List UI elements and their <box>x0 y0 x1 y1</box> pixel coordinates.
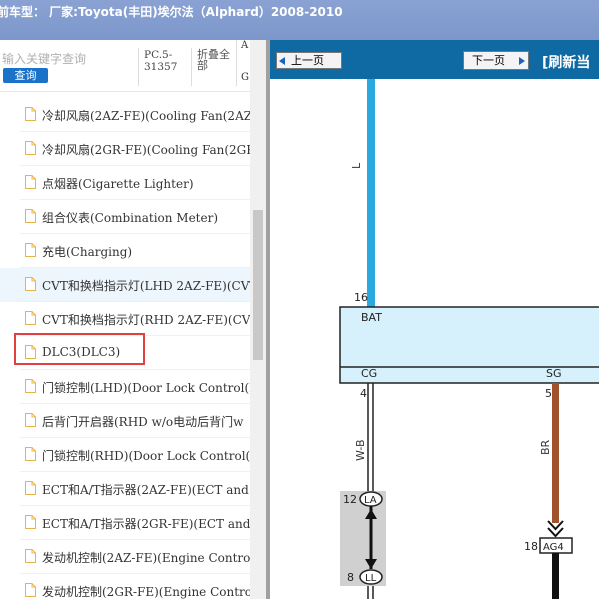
left-panel: 查询 PC.5-31357 折叠全部 A G 冷却风扇(2AZ-FE)(Cool… <box>0 40 266 599</box>
prev-page-button[interactable]: 上一页 <box>276 52 342 69</box>
collapse-all-link[interactable]: 折叠全部 <box>197 49 237 71</box>
connector-la-label: LA <box>364 495 377 506</box>
connector-ll-label: LL <box>365 573 377 584</box>
tree-list: 冷却风扇(2AZ-FE)(Cooling Fan(2AZ- 冷却风扇(2GR-F… <box>0 98 263 599</box>
search-button[interactable]: 查询 <box>3 68 48 83</box>
pin-18-label: 18 <box>524 540 538 553</box>
file-icon <box>25 481 36 495</box>
file-icon <box>25 515 36 529</box>
wire-l-label: L <box>350 162 363 169</box>
file-icon <box>25 141 36 155</box>
file-icon <box>25 243 36 257</box>
tree-item-label: CVT和换档指示灯(LHD 2AZ-FE)(CVT <box>42 279 258 293</box>
connector-ag4-label: AG4 <box>543 542 564 553</box>
tree-scrollbar[interactable] <box>250 40 266 599</box>
header-divider <box>236 40 237 86</box>
tree-item[interactable]: 门锁控制(LHD)(Door Lock Control(LI <box>0 370 262 404</box>
file-icon <box>25 209 36 223</box>
file-icon <box>25 379 36 393</box>
prev-page-label: 上一页 <box>291 54 324 67</box>
arrow-left-icon <box>279 57 285 65</box>
file-icon <box>25 107 36 121</box>
header-divider <box>138 48 139 86</box>
wiring-diagram: L 16 BAT CG SG 4 W-B 12 LA 8 LL 5 BR AG4… <box>339 79 599 599</box>
tree-item[interactable]: 后背门开启器(RHD w/o电动后背门w <box>0 404 250 438</box>
tree-item-label: DLC3(DLC3) <box>42 345 121 359</box>
tree-item-label: 冷却风扇(2GR-FE)(Cooling Fan(2GR- <box>42 143 260 157</box>
tree-item[interactable]: 发动机控制(2GR-FE)(Engine Control( <box>0 574 261 599</box>
tree-item-label: CVT和换档指示灯(RHD 2AZ-FE)(CVT <box>42 313 259 327</box>
tree-item-label: 发动机控制(2GR-FE)(Engine Control( <box>42 585 261 599</box>
header-separator <box>0 91 266 92</box>
scrollbar-thumb[interactable] <box>253 210 263 360</box>
search-input[interactable] <box>2 50 132 68</box>
sg-label: SG <box>546 367 562 380</box>
file-icon <box>25 311 36 325</box>
pin-4-label: 4 <box>360 387 367 400</box>
tree-item-label: 充电(Charging) <box>42 245 133 259</box>
column-a-label: A <box>241 40 249 51</box>
tree-item-label: 门锁控制(RHD)(Door Lock Control(R <box>42 449 260 463</box>
page-toolbar: 上一页 下一页 [刷新当 <box>270 40 599 79</box>
wire-br <box>552 383 559 523</box>
tree-item-hovered[interactable]: CVT和换档指示灯(LHD 2AZ-FE)(CVT <box>0 268 257 302</box>
tree-item[interactable]: ECT和A/T指示器(2AZ-FE)(ECT and A <box>0 472 261 506</box>
file-icon <box>25 583 36 597</box>
tree-item[interactable]: 组合仪表(Combination Meter) <box>0 200 250 234</box>
wire-l <box>367 79 375 307</box>
tree-item[interactable]: 冷却风扇(2GR-FE)(Cooling Fan(2GR- <box>0 132 259 166</box>
wire-wb-label: W-B <box>354 439 367 461</box>
file-icon <box>25 277 36 291</box>
pin-12-label: 12 <box>343 493 357 506</box>
window-title: 前车型： 厂家:Toyota(丰田)埃尔法（Alphard）2008-2010 <box>0 5 343 19</box>
wire-br-label: BR <box>539 439 552 455</box>
header-divider <box>191 48 192 86</box>
tree-item[interactable]: CVT和换档指示灯(RHD 2AZ-FE)(CVT <box>0 302 258 336</box>
tree-item[interactable]: ECT和A/T指示器(2GR-FE)(ECT and A <box>0 506 263 540</box>
tree-item-label: 发动机控制(2AZ-FE)(Engine Control( <box>42 551 259 565</box>
tree-item[interactable]: 充电(Charging) <box>0 234 250 268</box>
tree-item-label: 点烟器(Cigarette Lighter) <box>42 177 194 191</box>
tree-item[interactable]: 发动机控制(2AZ-FE)(Engine Control( <box>0 540 259 574</box>
column-g-label: G <box>241 72 249 83</box>
tree-item-label: 冷却风扇(2AZ-FE)(Cooling Fan(2AZ- <box>42 109 257 123</box>
file-icon <box>25 549 36 563</box>
file-icon <box>25 447 36 461</box>
window-title-bar: 前车型： 厂家:Toyota(丰田)埃尔法（Alphard）2008-2010 <box>0 0 599 40</box>
bat-label: BAT <box>361 311 382 324</box>
tree-item[interactable]: 点烟器(Cigarette Lighter) <box>0 166 250 200</box>
tree-item-label: 门锁控制(LHD)(Door Lock Control(LI <box>42 381 262 395</box>
pc-code-label: PC.5-31357 <box>144 49 178 73</box>
tree-item[interactable]: 冷却风扇(2AZ-FE)(Cooling Fan(2AZ- <box>0 98 256 132</box>
file-icon <box>25 175 36 189</box>
refresh-link[interactable]: [刷新当 <box>542 52 590 72</box>
pin-8-label: 8 <box>347 571 354 584</box>
tree-item-label: ECT和A/T指示器(2GR-FE)(ECT and A <box>42 517 263 531</box>
arrow-right-icon <box>519 57 525 65</box>
tree-item-label: 后背门开启器(RHD w/o电动后背门w <box>42 415 244 429</box>
wire-black <box>552 553 559 599</box>
file-icon <box>25 413 36 427</box>
pin-5-label: 5 <box>545 387 552 400</box>
next-page-label: 下一页 <box>472 54 505 67</box>
cg-label: CG <box>361 367 377 380</box>
pin-16-label: 16 <box>354 291 368 304</box>
tree-item-label: 组合仪表(Combination Meter) <box>42 211 219 225</box>
diagram-panel: 上一页 下一页 [刷新当 L 16 BAT CG SG 4 W-B 12 LA … <box>266 40 599 599</box>
tree-item[interactable]: 门锁控制(RHD)(Door Lock Control(R <box>0 438 259 472</box>
next-page-button[interactable]: 下一页 <box>463 51 529 70</box>
tree-item-label: ECT和A/T指示器(2AZ-FE)(ECT and A <box>42 483 262 497</box>
tree-item-selected[interactable]: DLC3(DLC3) <box>0 333 250 370</box>
file-icon <box>25 345 36 359</box>
